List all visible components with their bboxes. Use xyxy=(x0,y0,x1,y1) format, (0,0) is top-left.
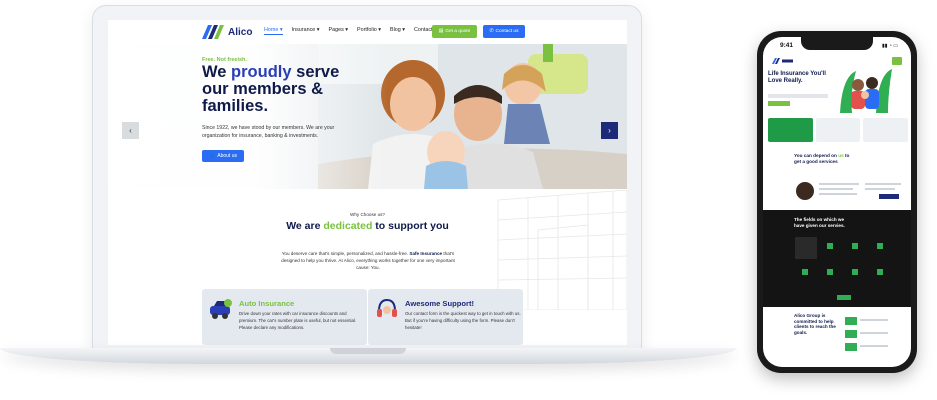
brand-name: Alico xyxy=(228,26,253,38)
hero-description: Since 1922, we have stood by our members… xyxy=(202,125,335,139)
menu-icon[interactable] xyxy=(892,57,902,65)
phone-feature-boxes xyxy=(768,118,909,142)
get-quote-label: Get a quote xyxy=(445,29,471,34)
section-title-highlight: dedicated xyxy=(323,220,373,232)
contact-us-button[interactable]: ✆ Contact us xyxy=(483,25,525,38)
card-title: Auto Insurance xyxy=(239,299,295,308)
feature-card-support[interactable]: Awesome Support! Our contact form is the… xyxy=(368,289,523,345)
phone-section-title: You can depend on us to get a good servi… xyxy=(794,153,854,164)
logo-mark-icon xyxy=(202,25,224,39)
nav-item-home[interactable]: Home ▾ xyxy=(264,27,283,35)
phone-hero-title: Life Insurance You'll Love Really. xyxy=(768,71,826,84)
section-description: You deserve care that's simple, personal… xyxy=(278,250,458,271)
signal-battery-icon: ▮▮ ◔ ▭ xyxy=(882,43,899,49)
nav-item-portfolio[interactable]: Portfolio ▾ xyxy=(357,27,381,35)
hero-slider: ‹ › xyxy=(108,44,627,189)
card-text: Our contact form is the quickest way to … xyxy=(405,311,521,330)
get-quote-button[interactable]: ▤ Get a quote xyxy=(432,25,477,38)
nav-item-insurance[interactable]: Insurance ▾ xyxy=(292,27,320,35)
section-desc-pre: You deserve care that's simple, personal… xyxy=(281,251,409,256)
section-title: We are dedicated to support you xyxy=(108,220,627,233)
phone-notch xyxy=(801,37,873,50)
phone-hero-input[interactable] xyxy=(768,94,828,98)
hero-title-pre: We xyxy=(202,63,227,81)
phone-clock: 9:41 xyxy=(780,42,794,49)
why-choose-eyebrow: Why Choose us? xyxy=(350,212,385,217)
phone-icon: ✆ xyxy=(489,29,494,34)
phone-stats-list xyxy=(845,317,888,351)
feature-box[interactable] xyxy=(768,118,813,142)
headset-icon xyxy=(377,298,397,317)
phone-header xyxy=(768,56,906,66)
car-icon xyxy=(210,299,232,319)
card-text: Drive down your rates with car insurance… xyxy=(239,311,357,330)
prev-slide-button[interactable]: ‹ xyxy=(122,122,139,139)
section-title-post: to support you xyxy=(375,220,449,232)
feature-box[interactable] xyxy=(815,118,861,142)
site-header: Alico Home ▾ Insurance ▾ Pages ▾ Portfol… xyxy=(108,20,627,45)
phone-logo-icon xyxy=(772,58,793,64)
phone-hero-illustration xyxy=(840,69,892,113)
hero-title-highlight: proudly xyxy=(231,63,292,81)
nav-item-pages[interactable]: Pages ▾ xyxy=(328,27,348,35)
card-title: Awesome Support! xyxy=(405,299,475,308)
section-desc-bold: Safe Insurance xyxy=(409,251,443,256)
phone-sub-highlight: us xyxy=(838,153,844,158)
next-slide-button[interactable]: › xyxy=(601,122,618,139)
about-us-label: About us xyxy=(217,153,237,159)
about-us-button[interactable]: 👤 About us xyxy=(202,150,244,162)
chevron-left-icon: ‹ xyxy=(129,126,132,135)
site-logo[interactable]: Alico xyxy=(202,25,252,39)
phone-hero-button[interactable] xyxy=(768,101,790,106)
phone-dark-title: The fields on which we have given our se… xyxy=(794,217,845,228)
main-nav: Home ▾ Insurance ▾ Pages ▾ Portfolio ▾ B… xyxy=(264,27,433,35)
phone-sub-pre: You can depend on xyxy=(794,153,837,158)
section-title-pre: We are xyxy=(286,220,321,232)
laptop-notch xyxy=(330,348,406,354)
feature-box[interactable] xyxy=(863,118,909,142)
phone-services-grid xyxy=(795,237,883,300)
feature-card-auto[interactable]: Auto Insurance Drive down your rates wit… xyxy=(202,289,367,345)
contact-us-label: Contact us xyxy=(495,29,519,34)
phone-last-title: Alico Group is committed to help clients… xyxy=(794,313,836,335)
chevron-right-icon: › xyxy=(608,126,611,135)
laptop-screen: Alico Home ▾ Insurance ▾ Pages ▾ Portfol… xyxy=(108,20,627,345)
nav-item-blog[interactable]: Blog ▾ xyxy=(390,27,405,35)
nav-item-contact[interactable]: Contact xyxy=(414,27,433,35)
phone-team-photo xyxy=(796,182,901,200)
document-icon: ▤ xyxy=(438,29,444,34)
user-icon: 👤 xyxy=(209,153,216,159)
hero-title: We proudly serve our members & families. xyxy=(202,64,342,115)
